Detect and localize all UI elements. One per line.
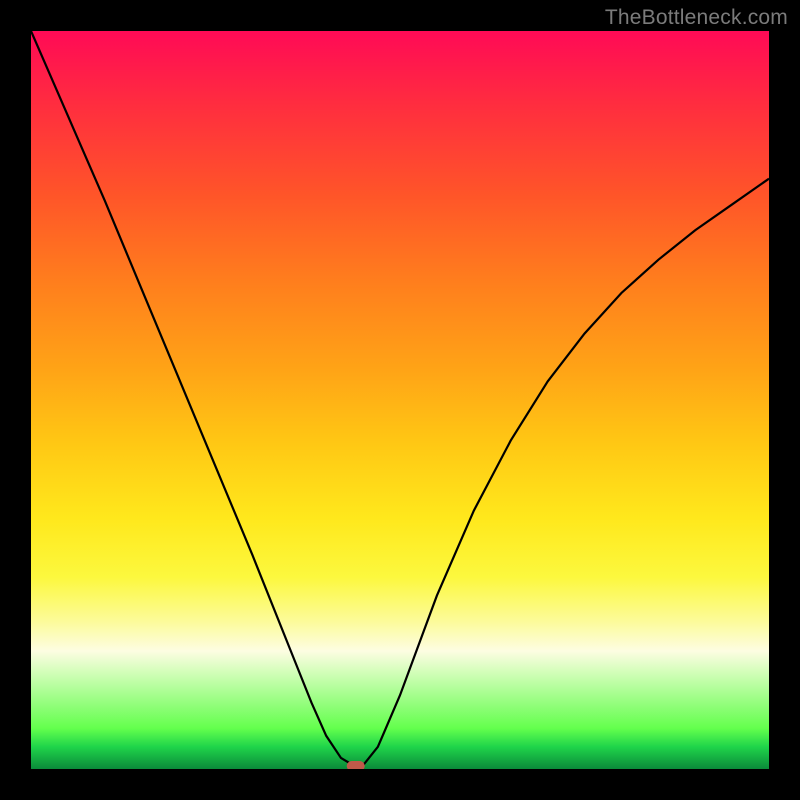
optimum-marker (347, 761, 365, 769)
bottleneck-curve (31, 31, 769, 767)
plot-area (31, 31, 769, 769)
chart-frame: TheBottleneck.com (0, 0, 800, 800)
watermark-text: TheBottleneck.com (605, 6, 788, 30)
plot-svg (31, 31, 769, 769)
